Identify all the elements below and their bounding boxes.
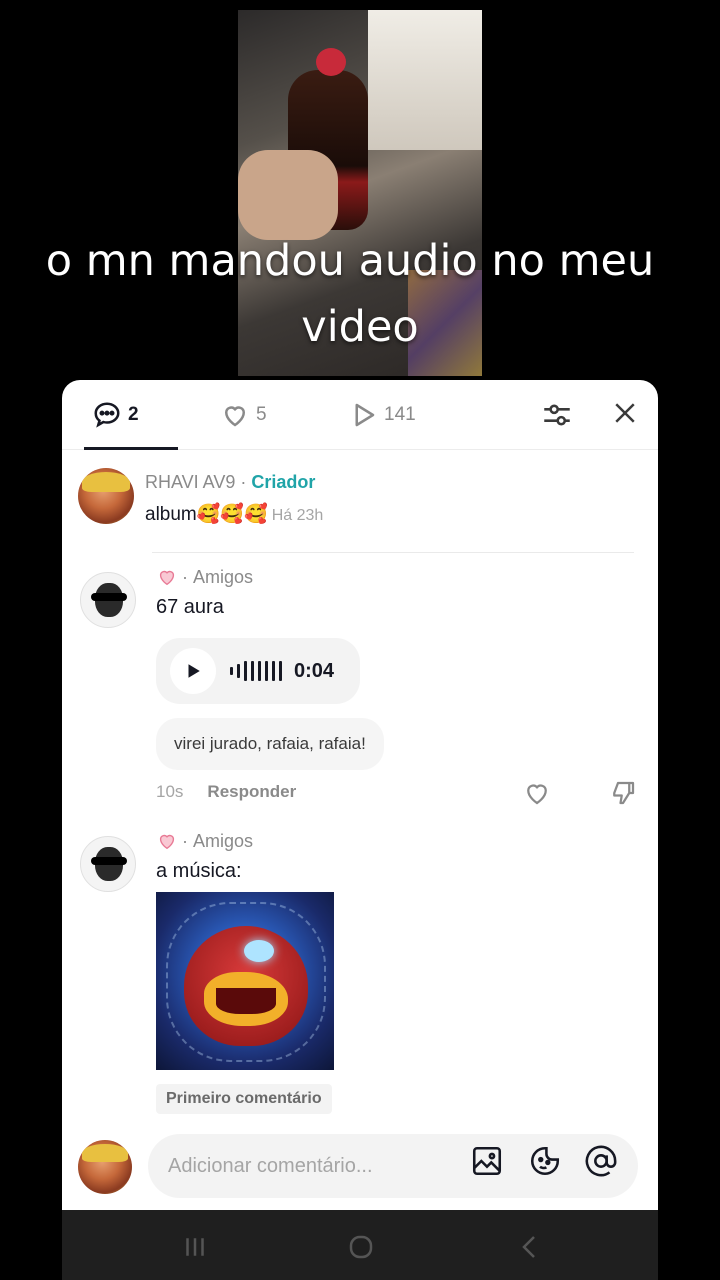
comment-input[interactable] <box>168 1154 468 1178</box>
avatar-hat <box>82 1144 128 1162</box>
audio-transcript: virei jurado, rafaia, rafaia! <box>156 718 384 770</box>
recent-apps-icon[interactable] <box>180 1232 210 1262</box>
friend-heart-icon <box>159 834 175 850</box>
comment-image-angry-bird[interactable] <box>156 892 334 1070</box>
bird-mouth <box>216 988 276 1014</box>
close-icon[interactable] <box>610 398 640 428</box>
creator-tag: Criador <box>251 472 316 492</box>
relation-label: Amigos <box>193 830 254 851</box>
creator-name-line: RHAVI AV9 · Criador <box>145 472 316 492</box>
comment-input-box[interactable] <box>148 1134 638 1198</box>
active-tab-indicator <box>84 447 178 450</box>
avatar-sunglasses <box>91 593 127 601</box>
emoji-icon[interactable] <box>528 1144 562 1178</box>
home-icon[interactable] <box>346 1232 376 1262</box>
divider <box>152 552 634 553</box>
tab-likes-count: 5 <box>256 404 267 425</box>
mention-at-icon[interactable] <box>584 1144 618 1178</box>
image-icon[interactable] <box>470 1144 504 1178</box>
commenter-relation: · Amigos <box>156 566 253 588</box>
filter-sliders-icon[interactable] <box>540 398 574 432</box>
comment-bubble-icon <box>94 402 120 428</box>
comment-item: · Amigos a música: Primeiro comentário <box>62 830 658 1120</box>
tab-comments-count: 2 <box>128 404 139 425</box>
comment-time: 10s <box>156 782 184 801</box>
first-comment-badge: Primeiro comentário <box>156 1084 332 1114</box>
friend-heart-icon <box>159 570 175 586</box>
play-triangle-icon <box>188 664 200 678</box>
tab-views[interactable]: 141 <box>348 400 416 430</box>
commenter-relation: · Amigos <box>156 830 253 852</box>
dislike-thumb-icon[interactable] <box>608 778 638 808</box>
creator-caption-text: album🥰🥰🥰 Há 23h <box>145 502 323 526</box>
audio-waveform <box>230 660 286 682</box>
comment-item: · Amigos 67 aura 0:04 virei jurado, rafa… <box>62 566 658 816</box>
commenter-avatar[interactable] <box>80 572 136 628</box>
video-caption: o mn mandou audio no meu video <box>0 228 720 360</box>
play-icon <box>355 403 375 427</box>
tab-comments[interactable]: 2 <box>92 400 139 430</box>
video-hand <box>238 150 338 240</box>
video-caption-line1: o mn mandou audio no meu <box>45 236 655 286</box>
video-caption-line2: video <box>301 302 419 352</box>
comment-text: 67 aura <box>156 596 224 618</box>
comments-panel: 2 5 141 RHAVI AV9 · Criador album🥰🥰🥰 Há … <box>62 380 658 1210</box>
system-nav-bar <box>62 1210 658 1280</box>
comment-composer <box>62 1126 658 1206</box>
audio-duration: 0:04 <box>294 659 335 682</box>
my-avatar <box>78 1140 132 1194</box>
avatar-sunglasses <box>91 857 127 865</box>
commenter-avatar[interactable] <box>80 836 136 892</box>
video-bottle-cap <box>316 48 346 76</box>
video-window-light <box>368 10 482 150</box>
tab-likes[interactable]: 5 <box>220 400 267 430</box>
comment-meta: 10s Responder <box>156 782 296 802</box>
creator-username[interactable]: RHAVI AV9 <box>145 472 235 492</box>
tab-views-count: 141 <box>384 404 416 425</box>
panel-tabs: 2 5 141 <box>62 380 658 450</box>
relation-label: Amigos <box>193 566 254 587</box>
creator-caption-body: album🥰🥰🥰 <box>145 504 268 525</box>
creator-avatar[interactable] <box>78 468 134 524</box>
avatar-hat <box>82 472 130 492</box>
creator-caption: RHAVI AV9 · Criador album🥰🥰🥰 Há 23h <box>62 466 658 532</box>
creator-caption-time: Há 23h <box>271 507 324 524</box>
audio-play-button[interactable] <box>170 648 216 694</box>
like-heart-icon[interactable] <box>522 778 552 808</box>
reply-button[interactable]: Responder <box>207 782 296 802</box>
back-icon[interactable] <box>514 1232 544 1262</box>
audio-message[interactable]: 0:04 <box>156 638 360 704</box>
heart-icon <box>224 406 246 427</box>
comment-text: a música: <box>156 860 242 882</box>
bird-eye <box>244 940 274 962</box>
